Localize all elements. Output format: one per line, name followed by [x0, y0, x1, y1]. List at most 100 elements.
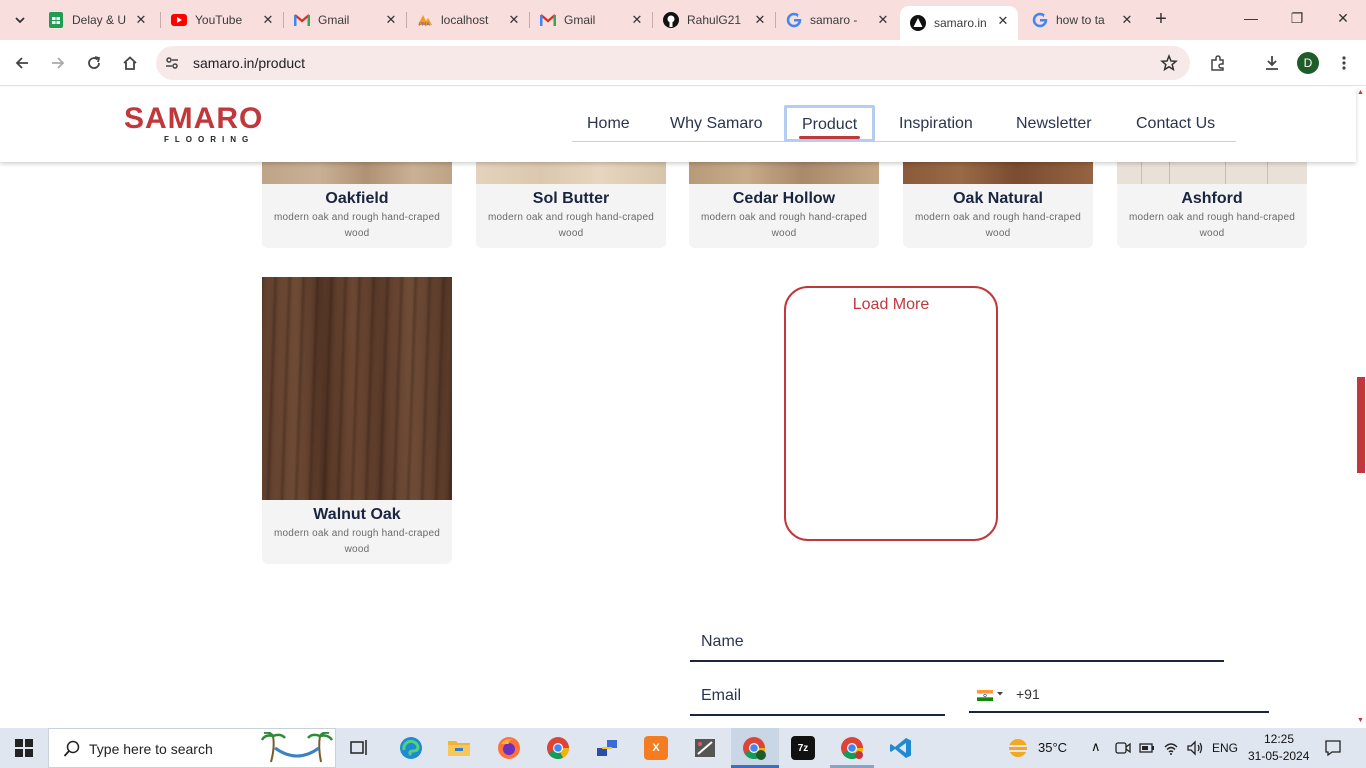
- nav-why-samaro[interactable]: Why Samaro: [670, 115, 762, 133]
- scroll-up-arrow[interactable]: ▲: [1357, 89, 1364, 96]
- network-tool-icon[interactable]: [595, 736, 619, 760]
- nav-home[interactable]: Home: [587, 115, 630, 133]
- github-icon: [663, 12, 679, 28]
- forward-button[interactable]: [46, 51, 70, 75]
- samaro-logo[interactable]: SAMARO FLOORING: [124, 103, 263, 145]
- product-card[interactable]: Oak Natural modern oak and rough hand-cr…: [903, 162, 1093, 248]
- browser-tab[interactable]: RahulG21 ✕: [653, 6, 775, 34]
- clock-date[interactable]: 31-05-2024: [1248, 749, 1309, 763]
- back-button[interactable]: [10, 51, 34, 75]
- google-icon: [786, 12, 802, 28]
- phone-field[interactable]: +91: [969, 678, 1269, 713]
- address-bar[interactable]: samaro.in/product: [156, 46, 1190, 80]
- profile-avatar[interactable]: D: [1297, 52, 1319, 74]
- browser-tab[interactable]: YouTube ✕: [161, 6, 283, 34]
- reload-icon: [88, 56, 101, 69]
- 7zip-icon[interactable]: 7z: [791, 736, 815, 760]
- product-card[interactable]: Cedar Hollow modern oak and rough hand-c…: [689, 162, 879, 248]
- vscode-icon[interactable]: [889, 736, 913, 760]
- chrome-icon[interactable]: [546, 736, 570, 760]
- product-description: modern oak and rough hand-craped wood: [1129, 212, 1295, 239]
- browser-tab[interactable]: Gmail ✕: [530, 6, 652, 34]
- close-icon[interactable]: ✕: [134, 12, 148, 27]
- scrollbar-thumb[interactable]: [1357, 377, 1365, 473]
- snipping-tool-icon[interactable]: [693, 736, 717, 760]
- browser-tab[interactable]: samaro - ✕: [776, 6, 898, 34]
- chrome-profile-2-icon[interactable]: [840, 736, 864, 760]
- taskbar-search[interactable]: Type here to search: [48, 728, 336, 768]
- clock-time[interactable]: 12:25: [1264, 732, 1294, 746]
- minimize-button[interactable]: —: [1241, 10, 1261, 26]
- star-icon[interactable]: [1160, 54, 1178, 72]
- close-icon[interactable]: ✕: [1120, 12, 1134, 27]
- scroll-down-arrow[interactable]: ▼: [1357, 717, 1364, 724]
- product-card[interactable]: Oakfield modern oak and rough hand-crape…: [262, 162, 452, 248]
- email-field[interactable]: Email: [690, 678, 945, 716]
- edge-icon[interactable]: [399, 736, 423, 760]
- meet-now-icon[interactable]: [1115, 741, 1131, 755]
- tab-search-button[interactable]: [8, 8, 32, 32]
- browser-tab-strip: Delay & U ✕ YouTube ✕ Gmail ✕ PMA localh…: [0, 0, 1366, 40]
- product-image: [476, 162, 666, 184]
- browser-tab[interactable]: how to ta ✕: [1022, 6, 1142, 34]
- browser-menu-button[interactable]: [1332, 51, 1356, 75]
- start-button[interactable]: [0, 728, 48, 768]
- home-button[interactable]: [118, 51, 142, 75]
- product-card[interactable]: Walnut Oak modern oak and rough hand-cra…: [262, 277, 452, 564]
- battery-icon[interactable]: [1139, 742, 1155, 754]
- window-close-button[interactable]: ✕: [1333, 10, 1353, 27]
- new-tab-button[interactable]: +: [1150, 8, 1172, 30]
- browser-tab[interactable]: Gmail ✕: [284, 6, 406, 34]
- product-card[interactable]: Ashford modern oak and rough hand-craped…: [1117, 162, 1307, 248]
- close-icon[interactable]: ✕: [996, 13, 1010, 28]
- downloads-button[interactable]: [1260, 51, 1284, 75]
- browser-tab[interactable]: Delay & U ✕: [38, 6, 156, 34]
- xampp-icon[interactable]: X: [644, 736, 668, 760]
- close-icon[interactable]: ✕: [384, 12, 398, 27]
- weather-temperature[interactable]: 35°C: [1038, 740, 1067, 755]
- close-icon[interactable]: ✕: [876, 12, 890, 27]
- browser-toolbar: samaro.in/product: [0, 40, 1366, 86]
- close-icon[interactable]: ✕: [753, 12, 767, 27]
- browser-tab[interactable]: PMA localhost ✕: [407, 6, 529, 34]
- weather-sun-icon[interactable]: [1005, 736, 1031, 760]
- gmail-icon: [540, 12, 556, 28]
- notification-icon[interactable]: [1324, 739, 1342, 757]
- tab-title: samaro -: [810, 13, 858, 27]
- site-info-icon[interactable]: [164, 55, 180, 71]
- task-view-icon[interactable]: [348, 736, 372, 760]
- country-code-selector[interactable]: [977, 688, 1007, 701]
- taskbar-search-placeholder: Type here to search: [89, 741, 213, 757]
- load-more-button[interactable]: Load More: [784, 286, 998, 541]
- restore-button[interactable]: ❐: [1287, 10, 1307, 27]
- product-name: Cedar Hollow: [732, 190, 836, 207]
- extensions-button[interactable]: [1206, 51, 1230, 75]
- firefox-icon[interactable]: [497, 736, 521, 760]
- product-name: Ashford: [1181, 190, 1243, 207]
- nav-newsletter[interactable]: Newsletter: [1016, 115, 1092, 133]
- nav-inspiration[interactable]: Inspiration: [899, 115, 973, 133]
- logo-subtitle: FLOORING: [164, 135, 255, 144]
- product-card[interactable]: Sol Butter modern oak and rough hand-cra…: [476, 162, 666, 248]
- active-underline: [799, 136, 861, 139]
- name-field[interactable]: Name: [690, 622, 1224, 662]
- nav-contact-us[interactable]: Contact Us: [1136, 115, 1215, 133]
- phpmyadmin-icon: PMA: [417, 12, 433, 28]
- reload-button[interactable]: [82, 51, 106, 75]
- name-placeholder: Name: [701, 633, 744, 650]
- wifi-icon[interactable]: [1163, 740, 1179, 756]
- input-language[interactable]: ENG: [1212, 741, 1238, 755]
- chrome-profile-icon[interactable]: [742, 736, 766, 760]
- close-icon[interactable]: ✕: [261, 12, 275, 27]
- close-icon[interactable]: ✕: [630, 12, 644, 27]
- nav-product[interactable]: Product: [784, 105, 876, 142]
- nav-product-label: Product: [802, 116, 858, 133]
- close-icon[interactable]: ✕: [507, 12, 521, 27]
- product-image: [262, 162, 452, 184]
- file-explorer-icon[interactable]: [447, 736, 471, 760]
- show-hidden-icons-chevron[interactable]: ∧: [1091, 739, 1101, 755]
- url-text[interactable]: samaro.in/product: [193, 55, 305, 71]
- tab-title: how to ta: [1056, 13, 1105, 27]
- speaker-icon[interactable]: [1186, 740, 1204, 756]
- browser-tab-active[interactable]: samaro.in ✕: [900, 6, 1018, 40]
